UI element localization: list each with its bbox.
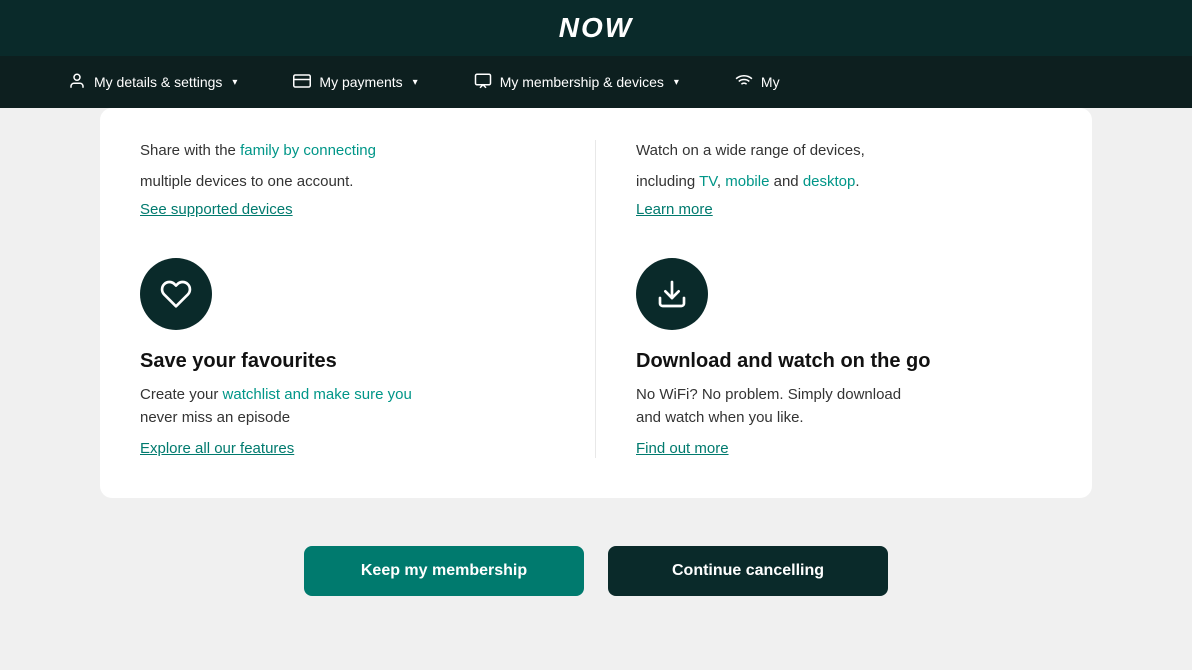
chevron-down-icon: ▾ [232,77,237,88]
right-partial-line1: Watch on a wide range of devices, [636,142,865,159]
nav-item-membership[interactable]: My membership & devices ▾ [446,56,707,108]
left-partial-line1: Share with the [140,142,240,159]
chevron-down-icon: ▾ [674,77,679,88]
download-watch-section: Download and watch on the go No WiFi? No… [636,258,1052,458]
heart-icon [160,278,192,310]
find-out-more-link[interactable]: Find out more [636,440,729,457]
device-icon [474,72,492,93]
nav-membership-label: My membership & devices [500,74,664,90]
download-desc2: and watch when you like. [636,409,804,426]
download-desc1: No WiFi? No problem. Simply download [636,386,901,403]
save-fav-desc1: Create your [140,386,223,403]
partial-text-right: Watch on a wide range of devices, includ… [636,140,1052,250]
download-icon-circle [636,258,708,330]
nav-wifi-label: My [761,74,780,90]
person-icon [68,72,86,93]
save-fav-desc2: never miss an episode [140,409,290,426]
top-bar: NOW [0,0,1192,56]
learn-more-link[interactable]: Learn more [636,201,713,218]
nav-item-details[interactable]: My details & settings ▾ [40,56,265,108]
now-logo: NOW [559,12,633,44]
nav-details-label: My details & settings [94,74,222,90]
chevron-down-icon: ▾ [413,77,418,88]
right-partial-line2: including [636,173,699,190]
continue-cancelling-button[interactable]: Continue cancelling [608,546,888,596]
save-favourites-title: Save your favourites [140,350,555,373]
action-buttons: Keep my membership Continue cancelling [100,530,1092,596]
main-content: Share with the family by connecting mult… [0,108,1192,670]
heart-icon-circle [140,258,212,330]
features-card: Share with the family by connecting mult… [100,108,1092,498]
card-icon [293,72,311,93]
see-supported-devices-link[interactable]: See supported devices [140,201,293,218]
nav-item-wifi[interactable]: My [707,56,808,108]
partial-text-left: Share with the family by connecting mult… [140,140,555,250]
keep-membership-button[interactable]: Keep my membership [304,546,584,596]
left-partial-line2: multiple devices to one account. [140,173,353,190]
nav-payments-label: My payments [319,74,402,90]
nav-bar: My details & settings ▾ My payments ▾ My… [0,56,1192,108]
card-grid: Share with the family by connecting mult… [140,140,1052,458]
save-favourites-section: Save your favourites Create your watchli… [140,258,555,458]
download-watch-title: Download and watch on the go [636,350,1052,373]
nav-item-payments[interactable]: My payments ▾ [265,56,445,108]
right-column: Watch on a wide range of devices, includ… [596,140,1052,458]
explore-features-link[interactable]: Explore all our features [140,440,294,457]
download-icon [656,278,688,310]
wifi-icon [735,72,753,93]
left-column: Share with the family by connecting mult… [140,140,596,458]
